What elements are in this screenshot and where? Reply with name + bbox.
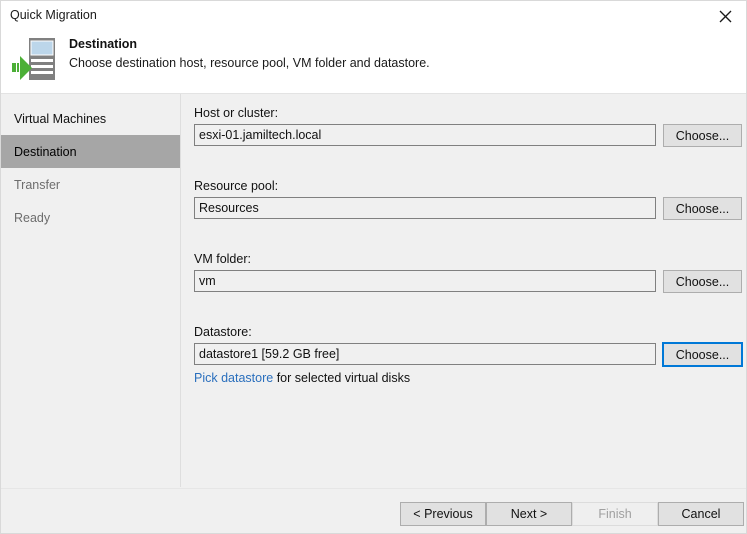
resource-pool-input[interactable]: Resources — [194, 197, 656, 219]
sidebar-item-ready[interactable]: Ready — [1, 201, 180, 234]
sidebar-item-label: Virtual Machines — [14, 111, 107, 126]
sidebar-item-label: Ready — [14, 210, 51, 225]
page-subtitle: Choose destination host, resource pool, … — [69, 56, 430, 70]
destination-form: Host or cluster: esxi-01.jamiltech.local… — [182, 94, 746, 487]
close-icon[interactable] — [702, 1, 746, 31]
title-bar: Quick Migration — [1, 1, 746, 31]
previous-button[interactable]: < Previous — [400, 502, 486, 526]
vm-folder-label: VM folder: — [194, 252, 251, 266]
destination-host-migrate-icon — [11, 35, 63, 85]
sidebar-item-virtual-machines[interactable]: Virtual Machines — [1, 102, 180, 135]
cancel-button[interactable]: Cancel — [658, 502, 744, 526]
dialog-footer: < Previous Next > Finish Cancel — [1, 488, 746, 533]
vm-folder-input[interactable]: vm — [194, 270, 656, 292]
datastore-input[interactable]: datastore1 [59.2 GB free] — [194, 343, 656, 365]
resource-pool-label: Resource pool: — [194, 179, 279, 193]
sidebar-item-destination[interactable]: Destination — [1, 135, 180, 168]
wizard-header: Destination Choose destination host, res… — [1, 31, 746, 94]
choose-datastore-button[interactable]: Choose... — [662, 342, 743, 367]
pick-datastore-line: Pick datastore for selected virtual disk… — [194, 371, 410, 385]
choose-host-button[interactable]: Choose... — [663, 124, 742, 147]
wizard-step-sidebar: Virtual Machines Destination Transfer Re… — [1, 94, 181, 487]
host-or-cluster-input[interactable]: esxi-01.jamiltech.local — [194, 124, 656, 146]
window-title: Quick Migration — [10, 8, 97, 22]
next-button[interactable]: Next > — [486, 502, 572, 526]
sidebar-item-label: Destination — [14, 144, 77, 159]
sidebar-item-transfer[interactable]: Transfer — [1, 168, 180, 201]
sidebar-item-label: Transfer — [14, 177, 61, 192]
finish-button: Finish — [572, 502, 658, 526]
quick-migration-dialog: Quick Migration Destination Choose desti… — [0, 0, 747, 534]
datastore-label: Datastore: — [194, 325, 252, 339]
choose-vm-folder-button[interactable]: Choose... — [663, 270, 742, 293]
choose-resource-pool-button[interactable]: Choose... — [663, 197, 742, 220]
pick-datastore-link[interactable]: Pick datastore — [194, 371, 273, 385]
page-title: Destination — [69, 37, 138, 51]
host-or-cluster-label: Host or cluster: — [194, 106, 279, 120]
pick-datastore-suffix: for selected virtual disks — [273, 371, 411, 385]
